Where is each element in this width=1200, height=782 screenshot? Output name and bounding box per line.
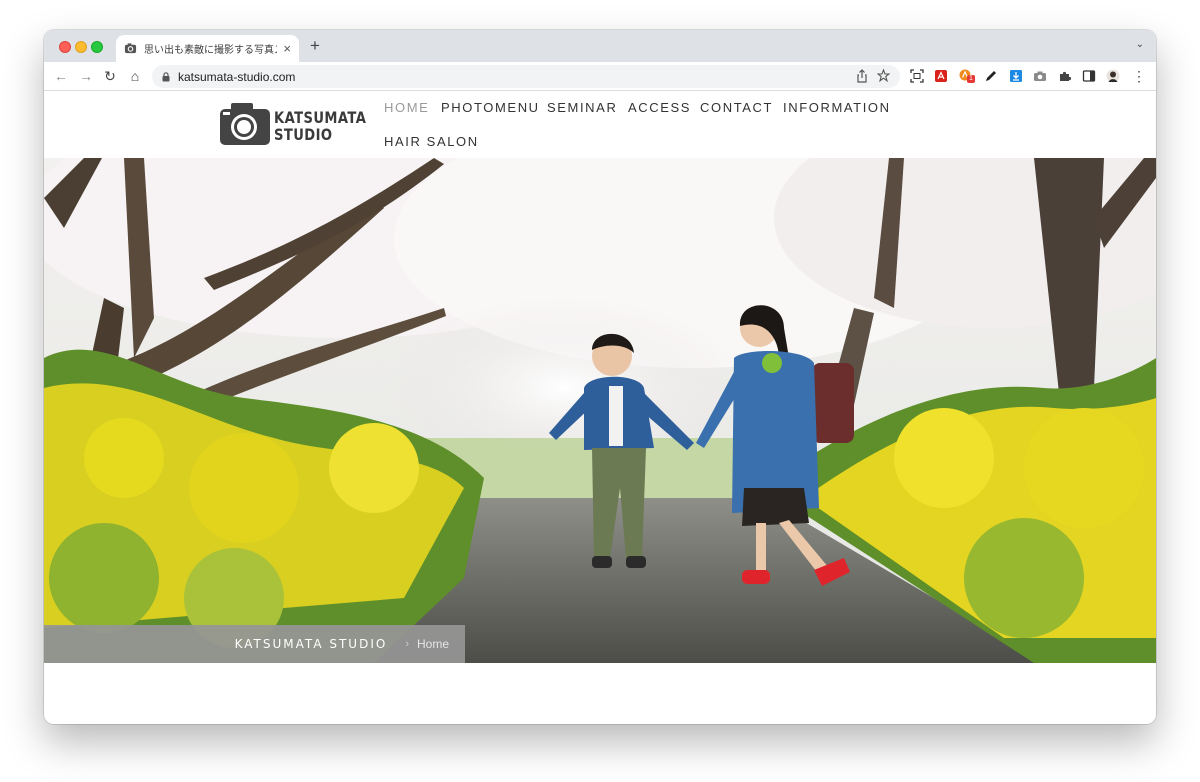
new-tab-button[interactable]: + — [310, 36, 320, 56]
web-page: KATSUMATA STUDIO HOME PHOTOMENU SEMINAR … — [44, 91, 1156, 724]
extension-badge: 1 — [967, 75, 975, 83]
close-window-button[interactable] — [59, 41, 71, 53]
tab-search-chevron-icon[interactable]: ⌄ — [1136, 39, 1144, 50]
tab-close-icon[interactable]: × — [283, 42, 291, 55]
breadcrumb-site-link[interactable]: KATSUMATA STUDIO — [235, 637, 388, 651]
share-icon[interactable] — [856, 69, 868, 83]
address-bar[interactable]: katsumata-studio.com — [152, 65, 900, 88]
browser-window: 思い出も素敵に撮影する写真スタジ × + ⌄ ← → ↻ ⌂ katsumata… — [44, 30, 1156, 724]
logo-line-2: STUDIO — [274, 125, 333, 144]
download-extension-icon[interactable] — [1009, 69, 1023, 83]
nav-item-photomenu[interactable]: PHOTOMENU — [441, 100, 540, 115]
breadcrumb-current: Home — [416, 637, 449, 651]
hero-image: KATSUMATA STUDIO › Home — [44, 158, 1156, 663]
lock-icon — [162, 71, 170, 81]
site-logo[interactable]: KATSUMATA STUDIO — [220, 103, 366, 147]
breadcrumb-separator-icon: › — [405, 638, 409, 650]
nav-item-seminar[interactable]: SEMINAR — [547, 100, 617, 115]
screenshot-extension-icon[interactable] — [910, 69, 924, 83]
minimize-window-button[interactable] — [75, 41, 87, 53]
content-area — [44, 663, 1156, 724]
pen-extension-icon[interactable] — [984, 69, 998, 83]
puzzle-extensions-icon[interactable] — [1058, 69, 1072, 83]
nav-item-information[interactable]: INFORMATION — [783, 100, 891, 115]
tab-strip: 思い出も素敵に撮影する写真スタジ × + ⌄ — [44, 30, 1156, 62]
bookmark-star-icon[interactable] — [877, 69, 890, 82]
nav-item-home[interactable]: HOME — [384, 100, 429, 115]
logo-line-1: KATSUMATA — [274, 108, 367, 127]
hero-photo — [44, 158, 1156, 663]
breadcrumb: KATSUMATA STUDIO › Home — [44, 625, 465, 663]
nav-item-contact[interactable]: CONTACT — [700, 100, 773, 115]
logo-wordmark: KATSUMATA STUDIO — [274, 109, 366, 143]
profile-avatar[interactable] — [1106, 69, 1120, 83]
side-panel-icon[interactable] — [1082, 69, 1096, 83]
forward-button[interactable]: → — [77, 67, 95, 85]
camera-icon — [124, 43, 137, 54]
notification-extension-icon[interactable]: 1 — [959, 69, 975, 83]
browser-menu-icon[interactable]: ⋮ — [1132, 68, 1146, 84]
reload-button[interactable]: ↻ — [101, 67, 119, 85]
camera-logo-icon — [220, 103, 270, 145]
home-button[interactable]: ⌂ — [126, 67, 144, 85]
browser-toolbar: ← → ↻ ⌂ katsumata-studio.com 1 ⋮ — [44, 62, 1156, 91]
camera-extension-icon[interactable] — [1033, 69, 1047, 83]
nav-item-access[interactable]: ACCESS — [628, 100, 691, 115]
nav-item-hair-salon[interactable]: HAIR SALON — [384, 134, 479, 149]
back-button[interactable]: ← — [52, 67, 70, 85]
pdf-extension-icon[interactable] — [934, 69, 948, 83]
zoom-window-button[interactable] — [91, 41, 103, 53]
tab-active[interactable]: 思い出も素敵に撮影する写真スタジ × — [116, 35, 299, 62]
tab-title: 思い出も素敵に撮影する写真スタジ — [144, 45, 277, 56]
url-text: katsumata-studio.com — [178, 69, 296, 84]
